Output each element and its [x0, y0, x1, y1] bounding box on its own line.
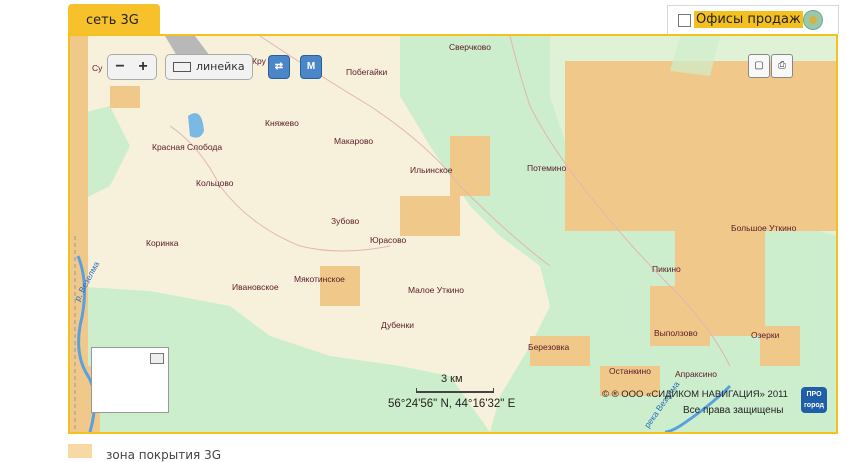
- sales-offices-toggle[interactable]: Офисы продаж: [667, 5, 839, 34]
- progorod-logo[interactable]: ПРО город: [801, 387, 827, 413]
- rights-text: Все права защищены: [683, 405, 784, 416]
- place-label: Потемино: [527, 163, 567, 173]
- place-label: Апраксино: [675, 369, 717, 379]
- tab-label: сеть 3G: [86, 13, 139, 28]
- ruler-button[interactable]: линейка: [165, 54, 253, 80]
- tab-3g-network[interactable]: сеть 3G: [68, 4, 160, 34]
- place-label: Малое Уткино: [408, 285, 464, 295]
- place-label: Ильинское: [410, 165, 453, 175]
- place-label: Сверчково: [449, 42, 491, 52]
- coverage-legend-swatch: [68, 444, 92, 458]
- place-label: Побегайки: [346, 67, 388, 77]
- zoom-control: − +: [107, 54, 157, 80]
- scale-label: 3 км: [441, 373, 463, 385]
- coverage-legend-label: зона покрытия 3G: [106, 448, 222, 462]
- place-label: Кольцово: [196, 178, 234, 188]
- map-viewport[interactable]: Сверчково Побегайки Кру Су Княжево Макар…: [68, 34, 838, 434]
- place-label: Выползово: [654, 328, 698, 338]
- place-label: Зубово: [331, 216, 360, 226]
- scale-bar: [416, 388, 494, 393]
- place-label: Большое Уткино: [731, 223, 797, 233]
- traffic-button[interactable]: ⇄: [268, 55, 290, 79]
- place-label: Красная Слобода: [152, 142, 223, 152]
- zoom-in-button[interactable]: +: [134, 58, 152, 76]
- place-label: Юрасово: [370, 235, 407, 245]
- place-label: Су: [92, 63, 103, 73]
- print-icon[interactable]: ⎙: [771, 54, 793, 78]
- fullscreen-icon[interactable]: ▢: [748, 54, 770, 78]
- office-pin-icon: [803, 10, 823, 30]
- sales-offices-label: Офисы продаж: [694, 11, 803, 28]
- place-label: Княжево: [265, 118, 299, 128]
- place-label: Озерки: [751, 330, 780, 340]
- ruler-icon: [173, 62, 191, 72]
- metro-button[interactable]: М: [300, 55, 322, 79]
- copyright-text: © ® ООО «СИДИКОМ НАВИГАЦИЯ» 2011: [602, 389, 788, 400]
- minimap-toggle-icon[interactable]: [150, 353, 164, 364]
- ruler-label: линейка: [196, 60, 245, 73]
- place-label: Дубенки: [381, 320, 414, 330]
- place-label: Мякотинское: [294, 274, 345, 284]
- place-label: Пикино: [652, 264, 681, 274]
- place-label: Ивановское: [232, 282, 279, 292]
- place-label: Кру: [252, 56, 266, 66]
- place-label: Макарово: [334, 136, 374, 146]
- place-label: Коринка: [146, 238, 179, 248]
- coordinates-readout: 56°24'56" N, 44°16'32" E: [388, 398, 516, 410]
- place-label: Останкино: [609, 366, 651, 376]
- place-label: Березовка: [528, 342, 570, 352]
- zoom-out-button[interactable]: −: [111, 58, 129, 76]
- sales-offices-checkbox[interactable]: [678, 14, 691, 27]
- overview-minimap[interactable]: [91, 347, 169, 413]
